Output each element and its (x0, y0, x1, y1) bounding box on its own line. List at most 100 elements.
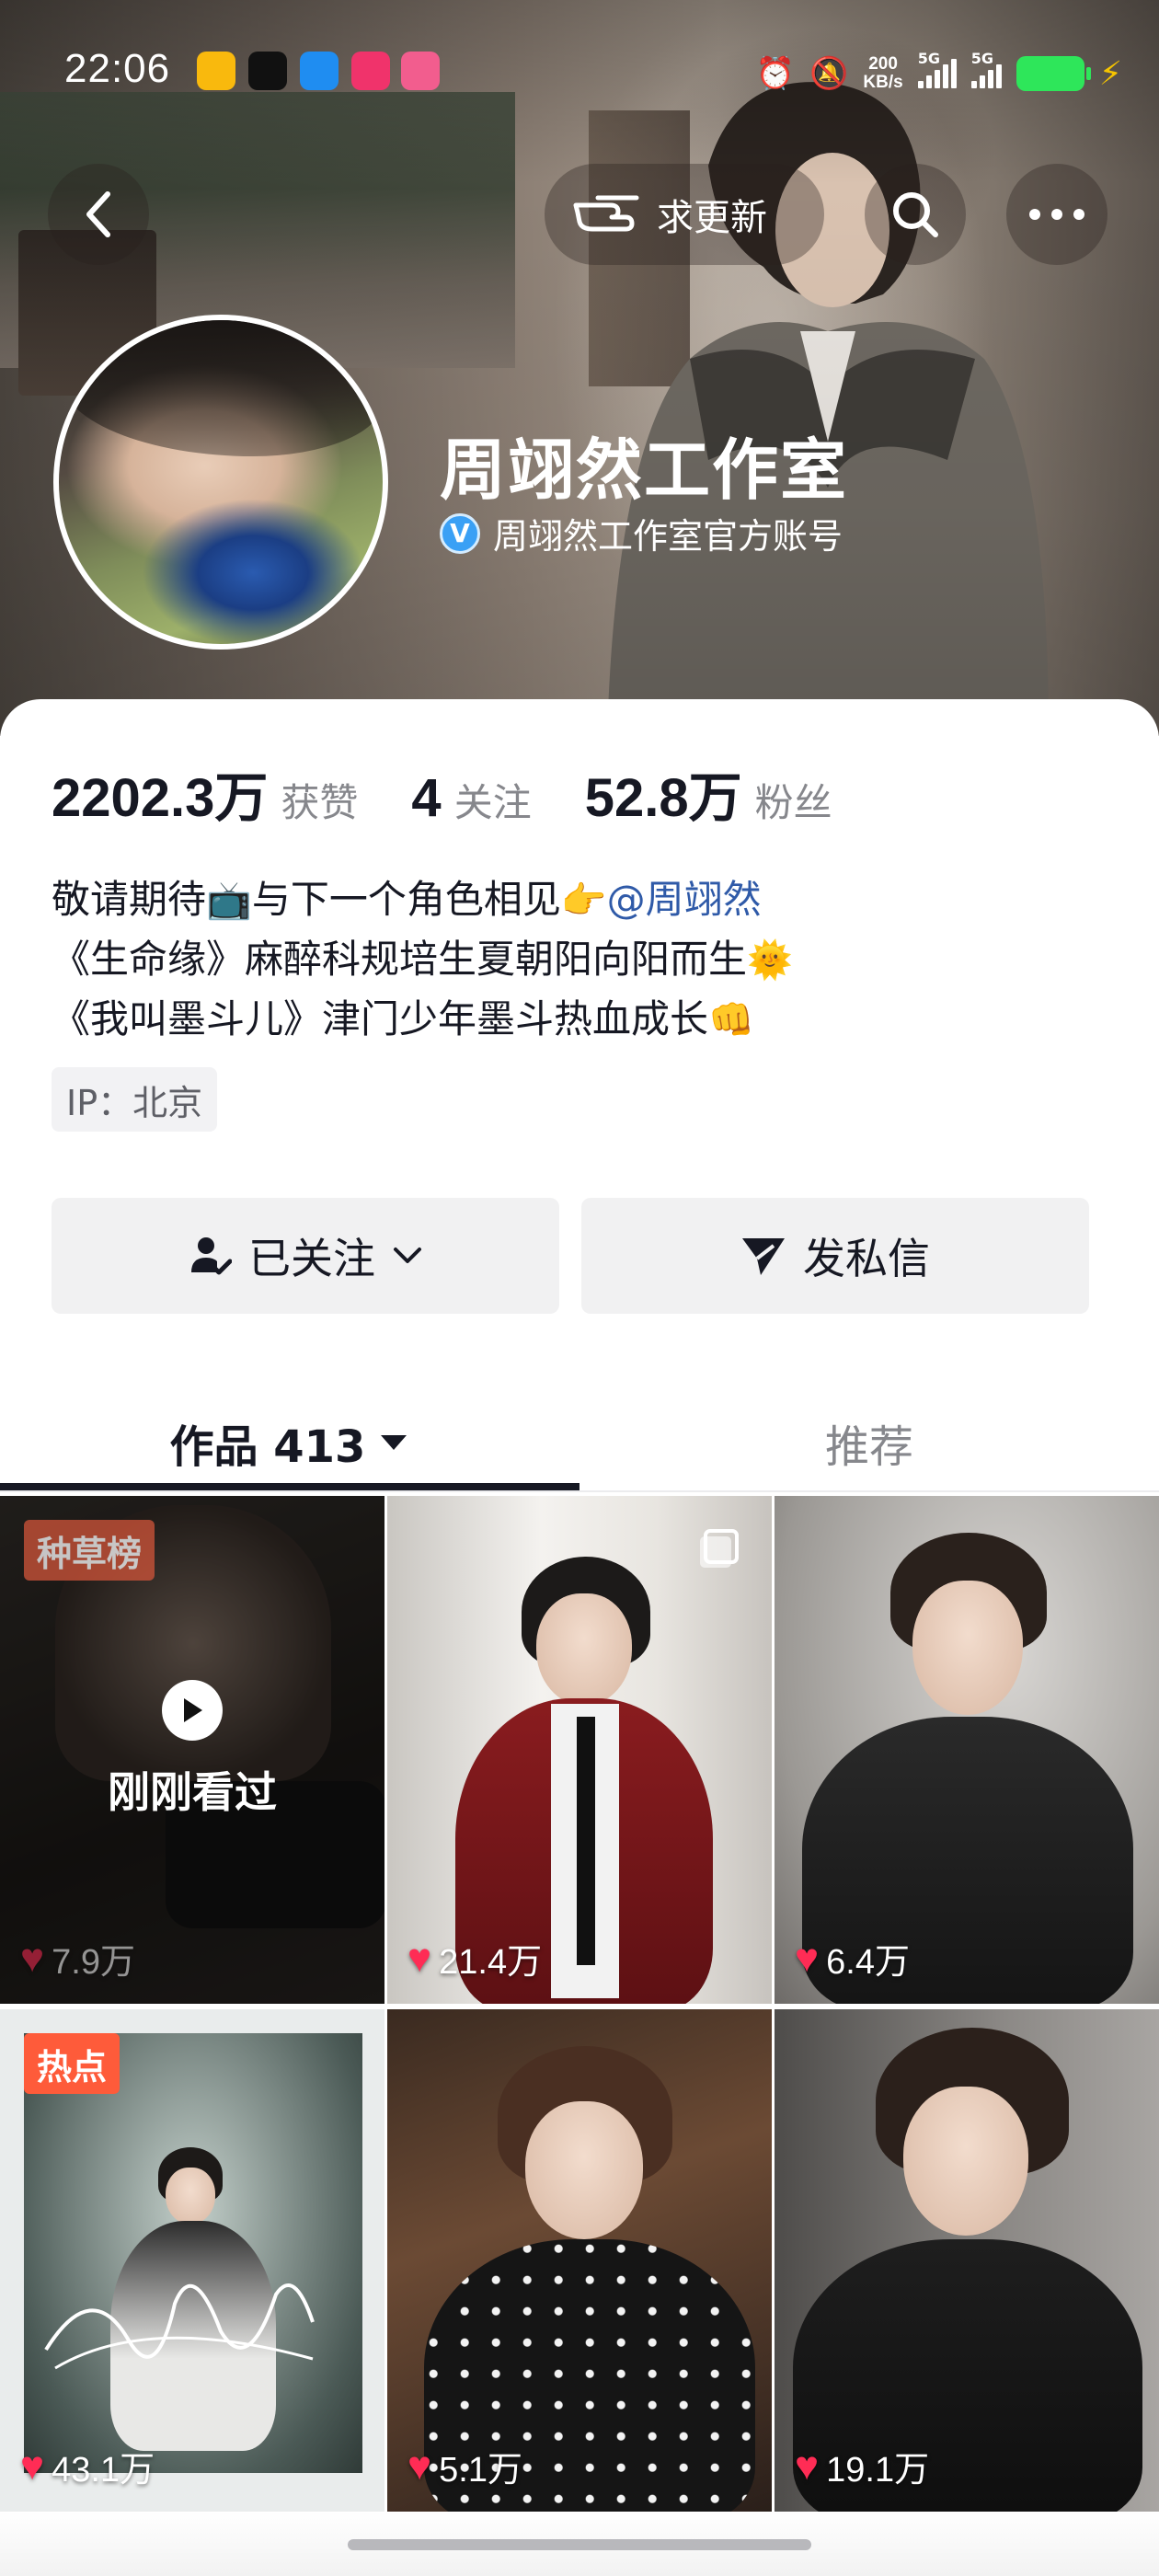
tab-divider (0, 1490, 1159, 1492)
bio-line-1-text2: 与下一个角色相见 (251, 877, 561, 922)
following-label[interactable]: 关注 (454, 772, 532, 828)
video-likes-count: 21.4万 (439, 1943, 543, 1982)
more-button[interactable] (1006, 164, 1107, 265)
tab-underline (0, 1483, 580, 1490)
weibo-icon (197, 52, 235, 90)
followed-button[interactable]: 已关注 (52, 1198, 559, 1314)
tiktok-icon (248, 52, 287, 90)
tab-recommend[interactable]: 推荐 (580, 1397, 1159, 1489)
hot-badge: 热点 (24, 2033, 120, 2094)
heart-icon: ♥ (795, 2443, 820, 2489)
video-likes-count: 6.4万 (826, 1943, 910, 1982)
thumbnail-face (536, 1593, 632, 1706)
send-message-label: 发私信 (803, 1234, 930, 1283)
video-tile[interactable]: ♥ 5.1万 (387, 2009, 772, 2512)
video-likes-count: 5.1万 (439, 2451, 522, 2490)
following-count[interactable]: 4 (411, 767, 441, 829)
verified-label: 周翊然工作室官方账号 (493, 516, 843, 557)
music-icon (351, 52, 390, 90)
send-message-button[interactable]: 发私信 (581, 1198, 1089, 1314)
video-likes: ♥ 6.4万 (795, 1933, 910, 1984)
fist-emoji: 👊 (708, 999, 754, 1041)
video-likes-count: 7.9万 (52, 1943, 135, 1982)
request-update-button[interactable]: 求更新 (545, 164, 824, 265)
play-icon (162, 1680, 223, 1741)
tab-recommend-label: 推荐 (824, 1421, 913, 1473)
banner-person-silhouette (607, 82, 1049, 736)
ip-location-tag: IP：北京 (52, 1067, 218, 1132)
tv-emoji: 📺 (206, 880, 252, 922)
battery-icon (1016, 56, 1091, 91)
chevron-left-icon (86, 191, 110, 237)
video-tile[interactable]: ♥ 6.4万 (775, 1496, 1159, 2004)
followers-count[interactable]: 52.8万 (585, 754, 742, 832)
tab-works-label: 作品 413 (169, 1421, 366, 1473)
heart-icon: ♥ (795, 1935, 820, 1981)
likes-label: 获赞 (281, 780, 359, 825)
ranking-badge: 种草榜 (24, 1520, 155, 1581)
signal-icon-1: 5G (917, 50, 957, 88)
video-likes: ♥ 21.4万 (407, 1933, 542, 1984)
avatar-hair (59, 320, 383, 456)
recently-watched-overlay: 刚刚看过 (0, 1680, 384, 1820)
status-bar: 22:06 ⏰ 🔕 200 KB/s 5G 5G ⚡ (0, 37, 1159, 110)
sun-emoji: 🌞 (747, 939, 793, 982)
profile-card: 2202.3万 获赞 4 关注 52.8万 粉丝 敬请期待📺与下一个角色相见👉@… (0, 699, 1159, 2576)
net-speed: 200 KB/s (863, 55, 902, 92)
pointing-emoji: 👉 (560, 880, 607, 922)
video-tile[interactable]: ♥ 19.1万 (775, 2009, 1159, 2512)
search-icon (893, 192, 938, 237)
heart-icon: ♥ (407, 2443, 432, 2489)
thumbnail-face (525, 2101, 643, 2239)
bio: 敬请期待📺与下一个角色相见👉@周翊然 《生命缘》麻醉科规培生夏朝阳向阳而生🌞 《… (52, 870, 793, 1050)
video-tile[interactable]: 种草榜 刚刚看过 ♥ 7.9万 (0, 1496, 384, 2004)
bio-line-2-text: 《生命缘》麻醉科规培生夏朝阳向阳而生 (52, 937, 748, 982)
tab-works[interactable]: 作品 413 (0, 1397, 580, 1489)
avatar[interactable] (53, 315, 388, 650)
bio-line-2: 《生命缘》麻醉科规培生夏朝阳向阳而生🌞 (52, 930, 793, 990)
bio-line-3: 《我叫墨斗儿》津门少年墨斗热血成长👊 (52, 990, 793, 1050)
bio-line-1-text: 敬请期待 (52, 877, 207, 922)
thumbnail-face (912, 1581, 1023, 1715)
request-update-label: 求更新 (657, 197, 767, 239)
mention-link[interactable]: @周翊然 (607, 877, 762, 922)
stats-row: 2202.3万 获赞 4 关注 52.8万 粉丝 (52, 754, 886, 832)
video-likes-count: 43.1万 (52, 2451, 155, 2490)
send-icon (742, 1238, 785, 1275)
status-time: 22:06 (64, 46, 171, 91)
video-likes: ♥ 43.1万 (20, 2441, 155, 2491)
charging-icon: ⚡ (1098, 54, 1122, 93)
multi-photo-icon (700, 1529, 739, 1568)
more-icon (1029, 209, 1084, 220)
followers-label[interactable]: 粉丝 (755, 772, 832, 828)
chevron-down-icon (394, 1248, 421, 1263)
back-button[interactable] (48, 164, 149, 265)
thumbnail-face (903, 2087, 1028, 2236)
video-likes-count: 19.1万 (826, 2451, 930, 2490)
bio-line-3-text: 《我叫墨斗儿》津门少年墨斗热血成长 (52, 996, 709, 1041)
thumbnail-tie (577, 1717, 595, 1965)
browser-icon (300, 52, 339, 90)
heart-icon: ♥ (20, 2443, 45, 2489)
video-tile[interactable]: ♥ 21.4万 (387, 1496, 772, 2004)
video-likes: ♥ 5.1万 (407, 2441, 522, 2491)
video-likes: ♥ 7.9万 (20, 1933, 135, 1984)
recently-watched-label: 刚刚看过 (108, 1767, 277, 1817)
signal-icon-2: 5G (970, 50, 1002, 88)
alarm-icon: ⏰ (755, 55, 796, 92)
home-indicator[interactable] (348, 2539, 811, 2550)
followed-label: 已关注 (248, 1234, 375, 1283)
profile-name: 周翊然工作室 (440, 431, 849, 509)
net-speed-unit: KB/s (863, 73, 903, 92)
bio-line-1: 敬请期待📺与下一个角色相见👉@周翊然 (52, 870, 793, 930)
signal-1-label: 5G (917, 50, 940, 67)
verified-row: V 周翊然工作室官方账号 (440, 508, 843, 558)
heart-icon: ♥ (20, 1935, 45, 1981)
video-tile[interactable]: 热点 ♥ 43.1万 (0, 2009, 384, 2512)
search-button[interactable] (865, 164, 966, 265)
signature-scribble (44, 2283, 315, 2370)
net-speed-value: 200 (868, 54, 898, 74)
video-likes: ♥ 19.1万 (795, 2441, 929, 2491)
pointing-hand-icon (573, 195, 639, 232)
mute-icon: 🔕 (809, 55, 849, 92)
